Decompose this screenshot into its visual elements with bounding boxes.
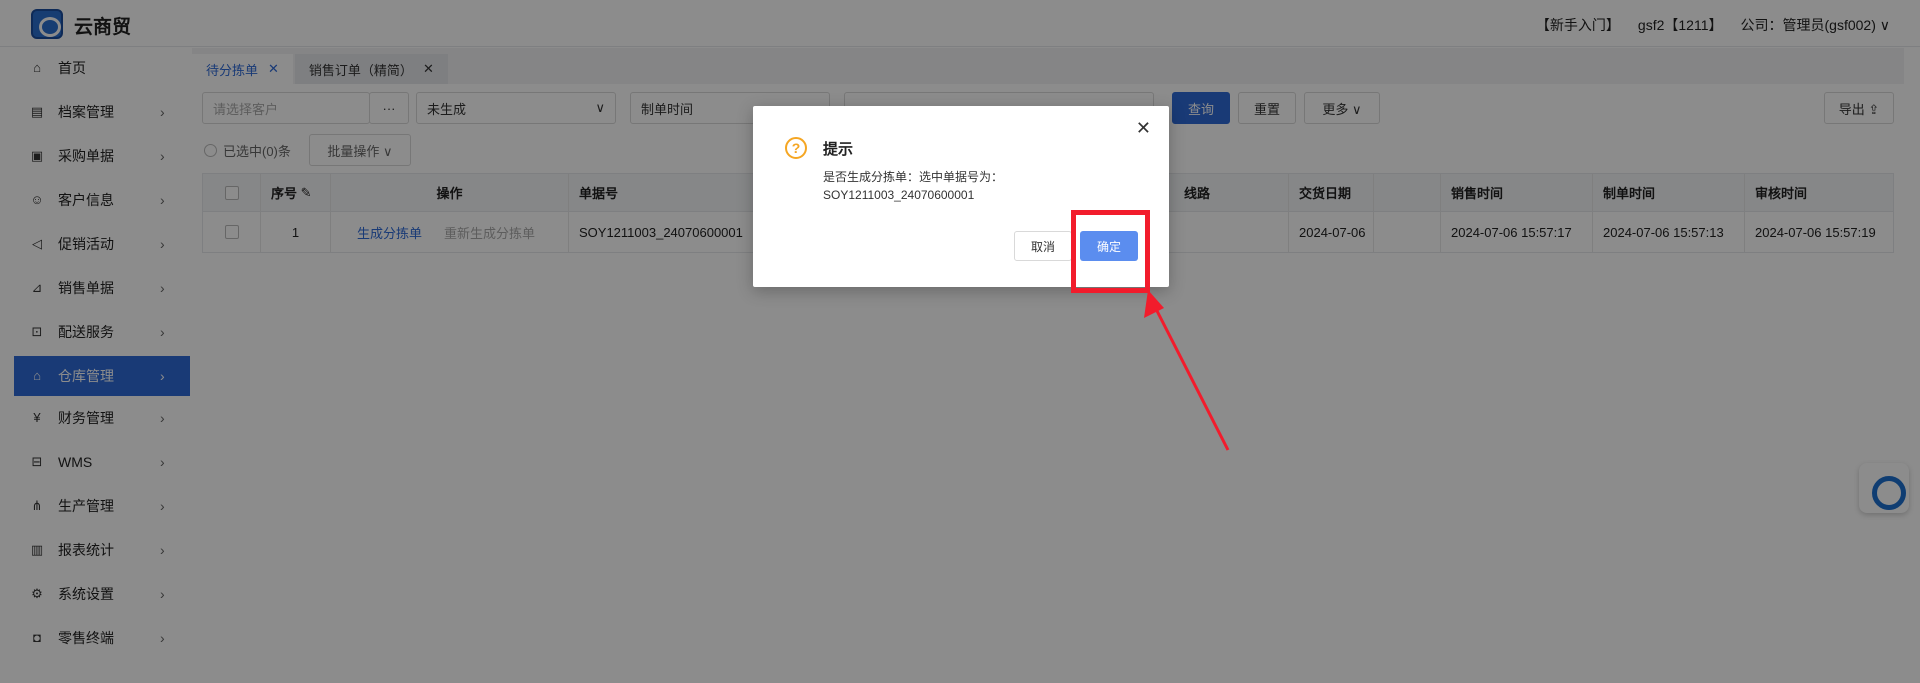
dialog-message: 是否生成分拣单：选中单据号为： <box>823 170 1004 184</box>
cancel-button[interactable]: 取消 <box>1014 231 1072 261</box>
question-icon: ? <box>785 137 807 159</box>
dialog-doc-no: SOY1211003_24070600001 <box>823 188 975 202</box>
dialog-title: 提示 <box>823 141 854 158</box>
close-icon[interactable]: ✕ <box>1136 118 1151 139</box>
modal-overlay <box>0 0 1920 683</box>
highlight-box <box>1071 210 1150 293</box>
